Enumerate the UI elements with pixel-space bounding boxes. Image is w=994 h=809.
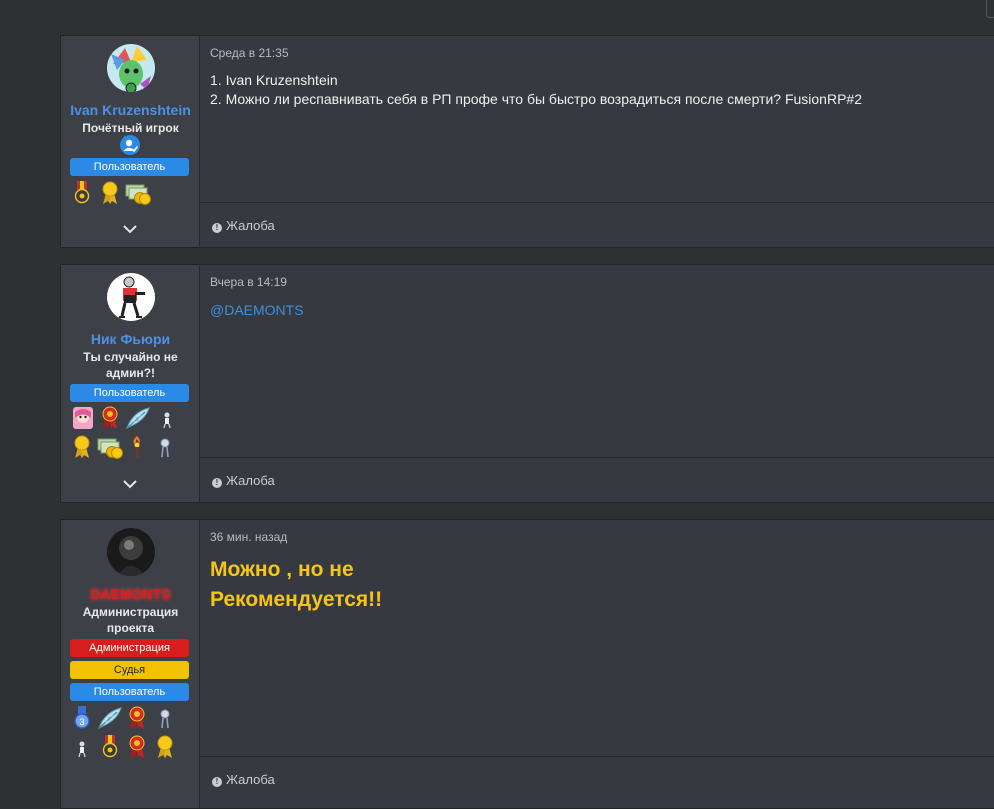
trophy-anime-girl-icon[interactable] [72,406,94,430]
trophy-small-figure-icon[interactable] [72,735,92,759]
trophy-silver-ribbon-icon[interactable] [155,706,175,730]
report-link[interactable]: ! Жалоба [212,772,275,787]
report-label: Жалоба [226,473,275,488]
avatar[interactable] [107,273,155,321]
report-icon: ! [212,777,222,787]
svg-text:3: 3 [79,717,84,727]
expand-chevron-icon[interactable] [121,477,139,489]
scroll-corner-button[interactable] [986,0,994,18]
trophy-red-rosette-icon[interactable] [127,735,147,759]
post-footer: ! Жалоба [200,457,994,504]
avatar[interactable] [107,44,155,92]
message-line: Можно , но не [210,558,354,581]
post: DAEMONTS Администрация проекта Администр… [60,519,994,809]
report-label: Жалоба [226,772,275,787]
banner-judge: Судья [70,661,189,679]
message-body: 1. Ivan Kruzenshtein 2. Можно ли респавн… [210,71,862,109]
trophy-feather-icon[interactable] [97,706,123,730]
trophy-coins-icon[interactable] [97,435,123,459]
username[interactable]: Ник Фьюри [61,331,200,347]
report-label: Жалоба [226,218,275,233]
trophy-silver-ribbon-icon[interactable] [155,435,175,459]
username[interactable]: DAEMONTS [61,586,200,602]
user-cell: DAEMONTS Администрация проекта Администр… [61,520,200,808]
banner-user: Пользователь [70,384,189,402]
banner-user: Пользователь [70,158,189,176]
trophy-medal-icon[interactable] [100,735,120,759]
trophy-gold-ribbon-icon[interactable] [72,435,92,459]
message-cell: Среда в 21:35 1. Ivan Kruzenshtein 2. Мо… [200,36,994,247]
trophy-gold-ribbon-icon[interactable] [100,181,120,205]
message-line: 2. Можно ли респавнивать себя в РП профе… [210,91,862,107]
user-cell: Ivan Kruzenshtein Почётный игрок Пользов… [61,36,200,247]
username[interactable]: Ivan Kruzenshtein [61,102,200,118]
avatar[interactable] [107,528,155,576]
report-link[interactable]: ! Жалоба [212,473,275,488]
trophy-gold-ribbon-icon[interactable] [155,735,175,759]
banner-user: Пользователь [70,683,189,701]
message-cell: Вчера в 14:19 @DAEMONTS ! Жалоба [200,265,994,502]
trophy-small-figure-icon[interactable] [157,406,177,430]
trophy-medal-icon[interactable] [72,181,92,205]
trophy-red-rosette-icon[interactable] [100,406,120,430]
banner-admin: Администрация [70,639,189,657]
message-body: Можно , но не Рекомендуется!! [210,555,382,615]
expand-chevron-icon[interactable] [121,222,139,234]
user-rank-icon [120,135,140,155]
post: Ivan Kruzenshtein Почётный игрок Пользов… [60,35,994,248]
message-line: 1. Ivan Kruzenshtein [210,72,338,88]
user-title: Администрация проекта [82,605,179,635]
user-title: Почётный игрок [82,121,179,135]
trophy-blue-medal-icon[interactable]: 3 [72,706,92,730]
user-mention-link[interactable]: @DAEMONTS [210,301,304,320]
message-cell: 36 мин. назад Можно , но не Рекомендуетс… [200,520,994,808]
post-date[interactable]: Вчера в 14:19 [210,275,287,289]
post: Ник Фьюри Ты случайно не админ?! Пользов… [60,264,994,503]
report-link[interactable]: ! Жалоба [212,218,275,233]
post-date[interactable]: Среда в 21:35 [210,46,289,60]
report-icon: ! [212,223,222,233]
user-title: Ты случайно не админ?! [83,350,178,380]
trophy-torch-icon[interactable] [127,435,147,459]
trophy-feather-icon[interactable] [125,406,151,430]
message-line: Рекомендуется!! [210,588,383,611]
report-icon: ! [212,478,222,488]
post-date[interactable]: 36 мин. назад [210,530,287,544]
post-footer: ! Жалоба [200,202,994,249]
user-cell: Ник Фьюри Ты случайно не админ?! Пользов… [61,265,200,502]
trophy-coins-icon[interactable] [125,181,151,205]
trophy-red-rosette-icon[interactable] [127,706,147,730]
post-footer: ! Жалоба [200,756,994,803]
